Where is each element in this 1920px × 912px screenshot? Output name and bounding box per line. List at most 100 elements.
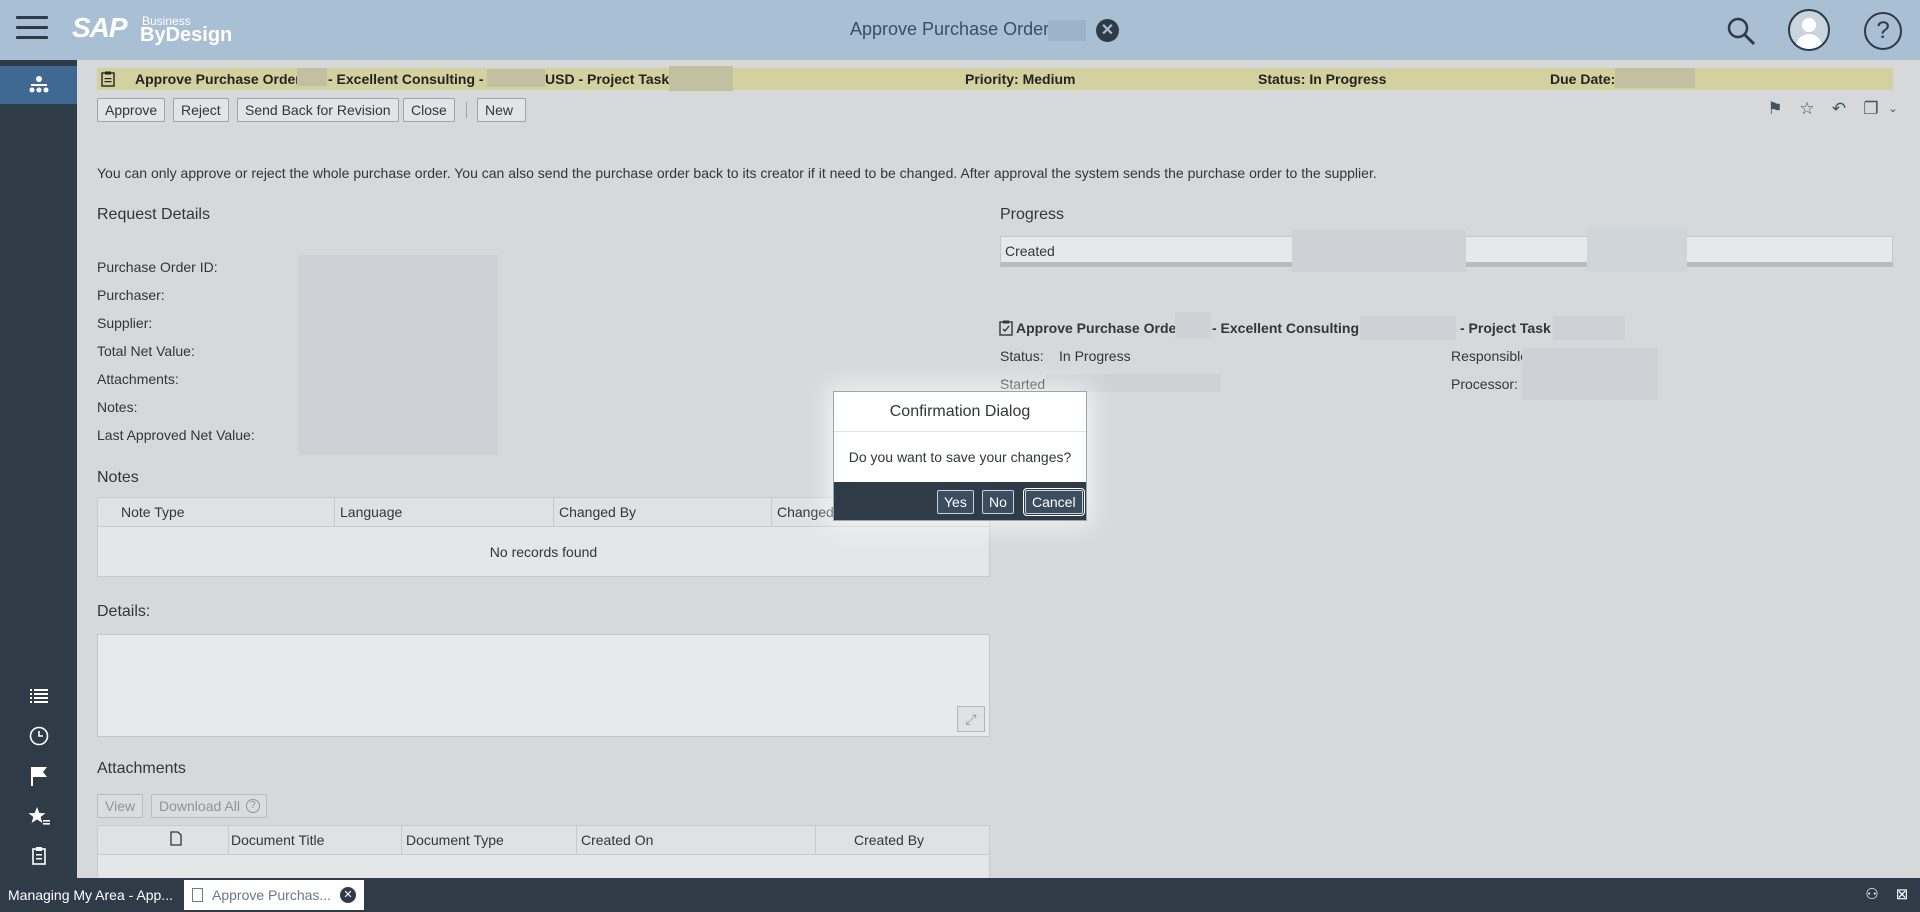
- sap-logo[interactable]: SAP Business ByDesign: [72, 12, 232, 46]
- col-changed-on[interactable]: Changed: [777, 504, 834, 520]
- priority-label: Priority: Medium: [965, 71, 1076, 87]
- details-title: Details:: [97, 603, 151, 620]
- task-responsible-label: Responsible: [1451, 348, 1529, 364]
- redacted-value: [487, 69, 545, 87]
- network-icon[interactable]: ⚇: [1862, 885, 1882, 905]
- clock-icon[interactable]: [0, 717, 77, 755]
- document-icon: [192, 888, 203, 902]
- download-all-button[interactable]: Download All ?: [151, 794, 267, 818]
- redacted-id: [297, 68, 327, 86]
- user-avatar-icon[interactable]: [1788, 9, 1830, 51]
- org-chart-icon[interactable]: [0, 66, 77, 104]
- copy-document-icon[interactable]: ❐: [1860, 98, 1882, 120]
- no-button[interactable]: No: [982, 490, 1014, 514]
- dialog-message: Do you want to save your changes?: [848, 449, 1072, 465]
- col-note-type[interactable]: Note Type: [121, 504, 185, 520]
- close-tab-icon[interactable]: ✕: [340, 887, 356, 903]
- redacted-task-id: [1553, 316, 1625, 340]
- col-document-type[interactable]: Document Type: [406, 832, 504, 848]
- favorites-star-icon[interactable]: [0, 797, 77, 835]
- toolbar-separator: [466, 102, 467, 118]
- request-details-title: Request Details: [97, 206, 210, 223]
- confirmation-dialog: Confirmation Dialog Do you want to save …: [833, 391, 1087, 521]
- dialog-title: Confirmation Dialog: [834, 392, 1086, 432]
- purchase-order-id-label: Purchase Order ID:: [97, 259, 218, 275]
- object-title-part3: USD - Project Task: [545, 71, 670, 87]
- col-created-on[interactable]: Created On: [581, 832, 653, 848]
- redacted-due-date: [1615, 68, 1695, 88]
- tasks-clipboard-icon[interactable]: [0, 837, 77, 875]
- fullscreen-close-icon[interactable]: ⊠: [1892, 885, 1912, 905]
- taskbar-tab-label: Approve Purchas...: [212, 887, 332, 903]
- shell-header: SAP Business ByDesign Approve Purchase O…: [0, 0, 1920, 60]
- new-button[interactable]: New: [477, 98, 527, 122]
- redacted-value: [1360, 316, 1456, 340]
- col-changed-by[interactable]: Changed By: [559, 504, 636, 520]
- purchaser-label: Purchaser:: [97, 287, 165, 303]
- help-icon: ?: [245, 799, 260, 813]
- col-created-by[interactable]: Created By: [854, 832, 924, 848]
- help-icon[interactable]: ?: [1864, 12, 1902, 50]
- close-button[interactable]: Close: [403, 98, 455, 122]
- redacted-request-values: [298, 255, 498, 455]
- dialog-footer: Yes No Cancel: [834, 482, 1086, 520]
- last-approved-net-value-label: Last Approved Net Value:: [97, 427, 255, 443]
- search-icon[interactable]: [1726, 16, 1756, 46]
- due-date-label: Due Date:: [1550, 71, 1616, 87]
- hamburger-menu-icon[interactable]: [16, 16, 48, 44]
- object-header-bar: Approve Purchase Order - Excellent Consu…: [97, 66, 1893, 91]
- status-label: Status: In Progress: [1258, 71, 1387, 87]
- taskbar-tab-managing-my-area[interactable]: Managing My Area - App...: [0, 880, 182, 910]
- undo-icon[interactable]: ↶: [1828, 98, 1850, 120]
- redacted-processor: [1522, 348, 1658, 400]
- download-all-label: Download All: [159, 798, 240, 814]
- task-title-part2: - Excellent Consulting: [1212, 320, 1360, 336]
- redacted-order-id: [1048, 20, 1086, 41]
- reject-button[interactable]: Reject: [173, 98, 229, 122]
- supplier-label: Supplier:: [97, 315, 153, 331]
- progress-title: Progress: [1000, 206, 1065, 223]
- col-document-title[interactable]: Document Title: [231, 832, 324, 848]
- task-clipboard-icon: [101, 71, 115, 87]
- list-icon[interactable]: [0, 677, 77, 715]
- task-status-label: Status:: [1000, 348, 1044, 364]
- task-processor-label: Processor:: [1451, 376, 1518, 392]
- notes-table-body: No records found: [97, 527, 990, 577]
- notes-title: Notes: [97, 469, 139, 486]
- expand-icon[interactable]: ⤢: [957, 706, 985, 732]
- redacted-progress-stage: [1292, 230, 1466, 272]
- col-language[interactable]: Language: [340, 504, 402, 520]
- task-started-label: Started:: [1000, 376, 1050, 392]
- close-window-icon[interactable]: ✕: [1096, 19, 1119, 42]
- progress-stage-created: Created: [1005, 243, 1055, 259]
- cancel-button[interactable]: Cancel: [1023, 488, 1085, 516]
- window-taskbar: Managing My Area - App... Approve Purcha…: [0, 878, 1920, 912]
- approve-button[interactable]: Approve: [97, 98, 166, 122]
- object-title-part2: - Excellent Consulting -: [328, 71, 484, 87]
- redacted-progress-stage: [1587, 226, 1687, 272]
- taskbar-tab-approve-purchase-order[interactable]: Approve Purchas... ✕: [184, 880, 364, 910]
- object-title-part1: Approve Purchase Order: [135, 71, 301, 87]
- attachments-table: Document Title Document Type Created On …: [97, 825, 990, 878]
- task-clipboard-icon: [999, 320, 1013, 336]
- task-title-part3: - Project Task: [1460, 320, 1551, 336]
- yes-button[interactable]: Yes: [937, 490, 974, 514]
- chevron-down-icon[interactable]: ⌄: [1882, 98, 1904, 120]
- attachments-title: Attachments: [97, 760, 186, 777]
- flag-icon[interactable]: [0, 757, 77, 795]
- task-status-value: In Progress: [1059, 348, 1131, 364]
- left-sidebar: [0, 60, 77, 878]
- window-title: Approve Purchase Order:: [850, 19, 1055, 39]
- no-records-text: No records found: [489, 544, 598, 560]
- details-textarea[interactable]: ⤢: [97, 634, 990, 737]
- info-message: You can only approve or reject the whole…: [97, 165, 1377, 181]
- favorite-star-icon[interactable]: ☆: [1796, 98, 1818, 120]
- redacted-task-id: [669, 66, 733, 91]
- send-back-for-revision-button[interactable]: Send Back for Revision: [237, 98, 399, 122]
- logo-bydesign: ByDesign: [140, 24, 233, 46]
- flag-icon[interactable]: ⚑: [1764, 98, 1786, 120]
- notes-label: Notes:: [97, 399, 138, 415]
- view-button[interactable]: View: [97, 794, 144, 818]
- redacted-order-id: [1175, 312, 1211, 338]
- redacted-started-date: [1046, 374, 1221, 392]
